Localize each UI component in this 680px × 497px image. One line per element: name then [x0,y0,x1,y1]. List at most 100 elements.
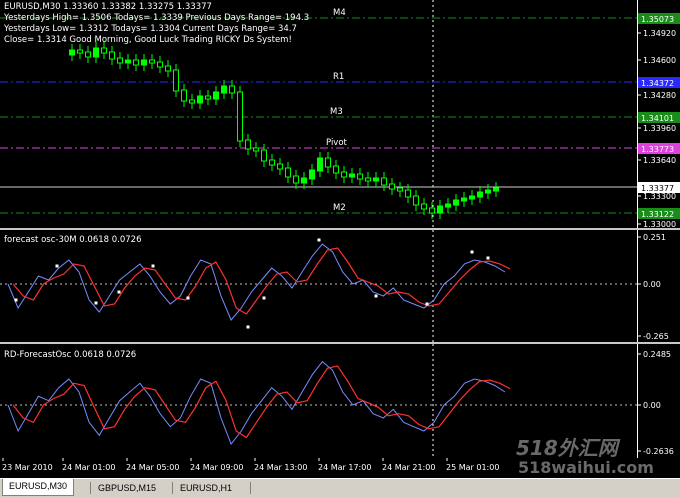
osc-signal-dot [470,250,474,254]
candle-body [205,95,211,100]
candle-body [309,169,315,180]
osc-signal-dot [262,296,266,300]
osc-fast-line [12,247,511,315]
candle-body [469,195,475,200]
watermark-url: 518waihui.com [518,458,654,477]
candle-body [109,51,115,60]
level-price-label: 1.34372 [641,79,674,88]
main-price-scale[interactable]: 1.34920 1.34600 1.34280 1.33960 1.33640 1.333… [637,0,680,228]
price-tick-label: 1.33960 [643,124,676,133]
price-tick-label: 1.34280 [643,91,676,100]
info-line-1: Yesterdays High= 1.3506 Todays= 1.3339 P… [4,13,310,23]
candle-body [197,95,203,104]
price-tick-label: 1.33640 [643,156,676,165]
time-tick-label: 24 Mar 01:00 [62,463,115,472]
osc-tick-label: -0.265 [643,332,669,341]
candle-body [349,173,355,178]
candle-body [405,189,411,198]
candle-body [437,205,443,214]
osc-signal-dot [55,264,59,268]
candle-body [397,187,403,192]
tab-divider [250,482,251,494]
candle-body [261,149,267,162]
candle-body [485,189,491,194]
time-tick-label: 24 Mar 09:00 [190,463,243,472]
candle-body [285,167,291,178]
chart-title: EURUSD,M30 1.33360 1.33382 1.33275 1.333… [4,2,212,12]
rd-forecast-osc-title: RD-ForecastOsc 0.0618 0.0726 [4,350,137,360]
candle-body [317,157,323,172]
level-label-m4: M4 [333,8,346,18]
candle-body [189,99,195,104]
candle-body [173,69,179,92]
candle-body [365,177,371,182]
candle-body [493,187,499,192]
candle-body [253,147,259,152]
osc-signal-dot [374,294,378,298]
candle-body [117,57,123,64]
info-line-3: Close= 1.3314 Good Morning, Good Luck Tr… [4,35,292,45]
candle-body [229,85,235,94]
osc-signal-dot [94,301,98,305]
candle-body [165,65,171,72]
candle-body [445,203,451,208]
osc-signal-dot [186,296,190,300]
candle-body [301,177,307,184]
candle-body [477,191,483,198]
osc-slow-line [7,360,506,445]
osc-signal-dot [14,298,18,302]
osc-signal-dot [151,264,155,268]
candle-body [325,157,331,168]
candle-body [149,59,155,64]
candle-body [125,59,131,64]
main-chart-pane[interactable]: M4 R1 M3 Pivot M2 EURUSD,M30 1.33360 1.33382… [0,0,637,228]
current-price-label: 1.33377 [641,184,674,193]
osc-tick-label: 0.2485 [643,350,671,359]
osc-tick-label: 0.00 [643,401,661,410]
level-price-label: 1.33122 [641,210,674,219]
candle-body [85,51,91,58]
candle-body [357,173,363,180]
forecast-osc-title: forecast osc-30M 0.0618 0.0726 [4,235,142,245]
price-tick-label: 1.33000 [643,220,676,228]
time-tick-label: 24 Mar 21:00 [382,463,435,472]
level-label-r1: R1 [333,72,344,82]
forecast-osc-pane[interactable]: forecast osc-30M 0.0618 0.0726 [0,230,637,342]
forecast-osc-scale[interactable]: 0.251 0.00 -0.265 [637,230,680,342]
tab-gbpusd-m15[interactable]: GBPUSD,M15 [92,481,162,495]
tab-divider [172,482,173,494]
osc-slow-line [7,243,506,321]
candle-body [237,91,243,142]
candle-body [333,165,339,174]
level-label-m3: M3 [330,107,343,117]
candle-body [389,183,395,190]
time-tick-label: 24 Mar 05:00 [126,463,179,472]
candle-body [341,171,347,178]
candle-body [429,207,435,214]
rd-forecast-osc-scale[interactable]: 0.2485 0.00 -0.2636 [637,344,680,458]
candle-body [277,163,283,170]
candle-body [293,175,299,184]
candle-body [413,195,419,206]
candle-body [77,49,83,54]
candle-body [133,59,139,66]
time-tick-label: 23 Mar 2010 [2,463,53,472]
tab-eurusd-h1[interactable]: EURUSD,H1 [174,481,238,495]
candle-body [373,177,379,182]
tab-eurusd-m30[interactable]: EURUSD,M30 [2,479,75,496]
candle-body [381,177,387,186]
osc-signal-dot [317,238,321,242]
candle-body [69,49,75,56]
level-price-label: 1.34101 [641,114,674,123]
forecast-osc-canvas[interactable] [0,230,637,342]
candle-body [181,89,187,102]
candle-body [213,91,219,100]
candle-body [461,197,467,202]
level-price-label: 1.33773 [641,145,674,154]
osc-signal-dot [117,290,121,294]
watermark-logo: 518外汇网 [516,436,618,460]
price-tick-label: 1.34600 [643,56,676,65]
candle-body [157,61,163,68]
osc-tick-label: -0.2636 [643,447,674,456]
price-tick-label: 1.33300 [643,192,676,201]
